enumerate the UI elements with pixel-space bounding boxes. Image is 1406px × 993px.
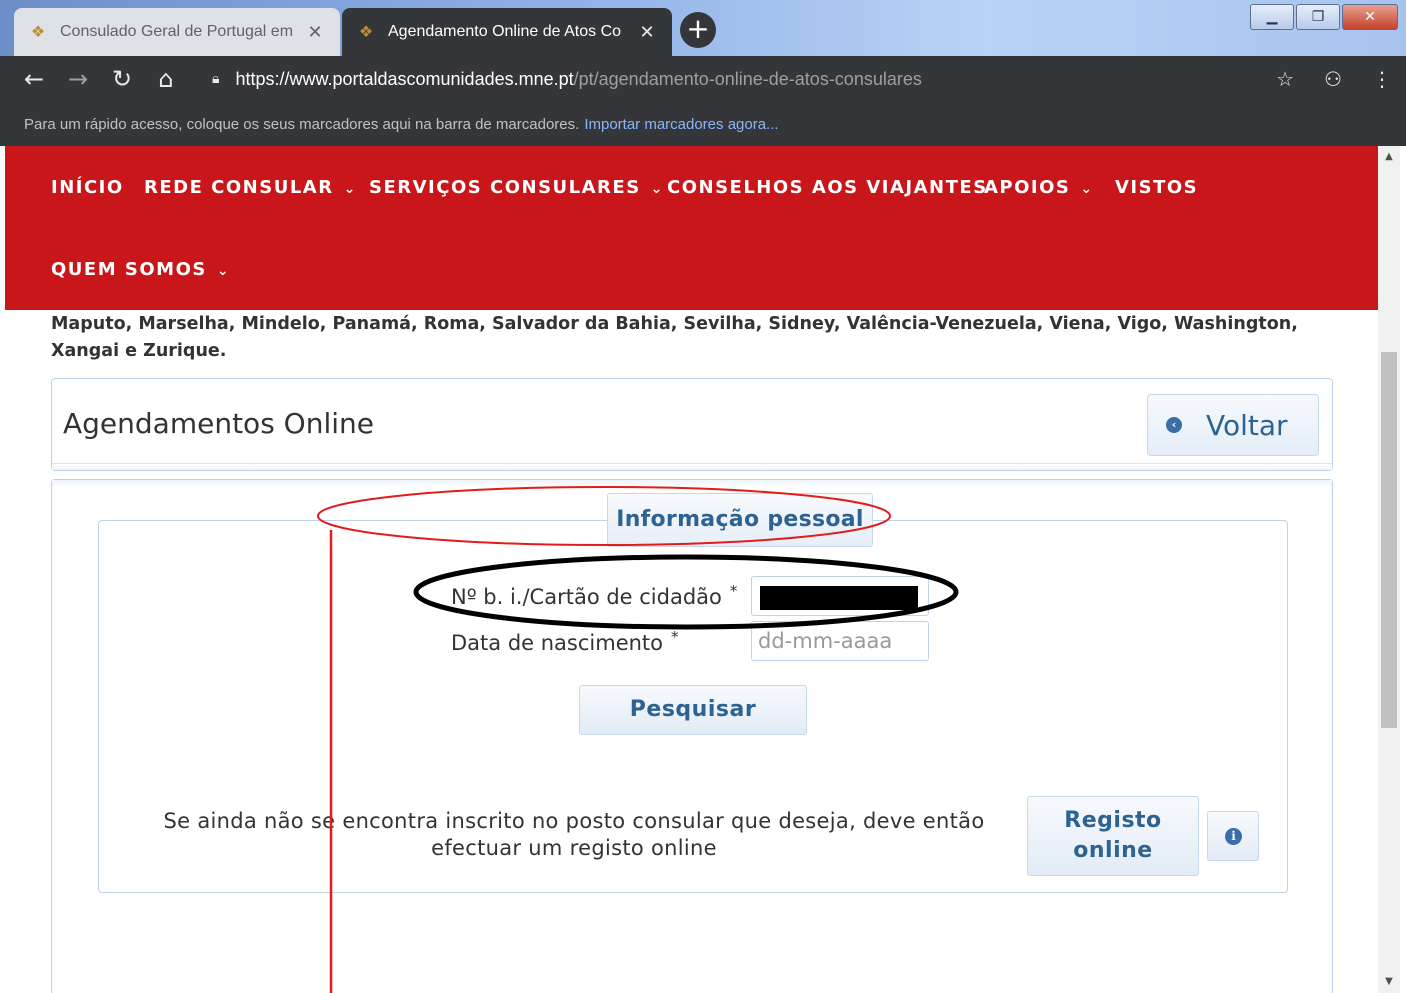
chevron-down-icon: ⌄ [1080,181,1093,197]
nav-item-servicos-consulares[interactable]: SERVIÇOS CONSULARES ⌄ [369,177,662,198]
chevron-down-icon: ⌄ [343,181,356,197]
nav-label: REDE CONSULAR [144,177,334,198]
fieldset-legend: Informação pessoal [607,493,873,547]
portugal-crest-icon: ❖ [30,24,46,41]
search-button[interactable]: Pesquisar [579,685,807,735]
close-tab-icon[interactable]: ✕ [636,22,658,43]
tab-title: Consulado Geral de Portugal em [60,23,294,40]
reload-icon[interactable]: ↻ [100,65,144,93]
scroll-up-arrow-icon[interactable]: ▲ [1378,146,1400,168]
browser-toolbar: ← → ↻ ⌂ 🔒︎ https://www.portaldascomunida… [0,56,1406,102]
url-text[interactable]: https://www.portaldascomunidades.mne.pt/… [235,69,921,90]
scroll-thumb[interactable] [1381,352,1397,728]
bookmarks-bar: Para um rápido acesso, coloque os seus m… [0,102,1406,146]
bookmarks-hint: Para um rápido acesso, coloque os seus m… [24,115,580,133]
restore-icon[interactable]: ❐ [1296,4,1340,30]
nav-label: APOIOS [984,177,1071,198]
id-label-text: Nº b. i./Cartão de cidadão [451,585,722,609]
nav-label: VISTOS [1115,177,1199,198]
browser-tab-consulado[interactable]: ❖ Consulado Geral de Portugal em ✕ [14,8,340,56]
scroll-down-arrow-icon[interactable]: ▼ [1378,971,1400,993]
consulates-list-text: Maputo, Marselha, Mindelo, Panamá, Roma,… [51,314,1298,361]
page-header-panel: Agendamentos Online ‹ Voltar [51,378,1333,471]
nav-label: SERVIÇOS CONSULARES [369,177,641,198]
back-button[interactable]: ‹ Voltar [1147,394,1319,456]
nav-label: INÍCIO [51,177,124,198]
back-button-label: Voltar [1206,408,1288,442]
page-title: Agendamentos Online [63,407,374,440]
register-hint-text: Se ainda não se encontra inscrito no pos… [163,809,985,860]
nav-item-inicio[interactable]: INÍCIO [51,177,124,198]
register-button-line1: Registo [1064,808,1162,833]
chevron-down-icon: ⌄ [216,263,229,279]
address-bar[interactable]: 🔒︎ https://www.portaldascomunidades.mne.… [200,56,922,102]
chevron-down-icon: ⌄ [650,181,663,197]
id-number-label: Nº b. i./Cartão de cidadão * [451,582,737,609]
incognito-icon[interactable]: ⚇ [1324,67,1342,91]
online-register-button[interactable]: Registo online [1027,796,1199,876]
register-button-line2: online [1073,838,1153,863]
id-number-input[interactable] [751,576,929,616]
import-bookmarks-link[interactable]: Importar marcadores agora... [584,116,778,133]
dob-label-text: Data de nascimento [451,631,664,655]
url-host: https://www.portaldascomunidades.mne.pt [235,68,574,89]
required-marker: * [671,628,679,646]
birth-date-input[interactable]: dd-mm-aaaa [751,621,929,661]
close-tab-icon[interactable]: ✕ [304,22,326,43]
back-arrow-icon[interactable]: ← [12,65,56,93]
portugal-crest-icon: ❖ [358,24,374,41]
page-scrollbar[interactable]: ▲ ▼ [1378,146,1400,993]
lock-icon: 🔒︎ [212,71,220,87]
nav-item-quem-somos[interactable]: QUEM SOMOS ⌄ [51,259,229,280]
personal-info-fieldset: Informação pessoal Nº b. i./Cartão de ci… [98,493,1288,893]
browser-tab-agendamento[interactable]: ❖ Agendamento Online de Atos Co ✕ [342,8,672,56]
window-controls: ▁ ❐ ✕ [1250,4,1398,30]
minimize-icon[interactable]: ▁ [1250,4,1294,30]
nav-label: CONSELHOS AOS VIAJANTES [667,177,988,198]
window-close-icon[interactable]: ✕ [1342,4,1398,30]
menu-kebab-icon[interactable]: ⋮ [1372,67,1392,91]
forward-arrow-icon[interactable]: → [56,65,100,93]
new-tab-button[interactable]: + [680,12,716,48]
circle-arrow-left-icon: ‹ [1166,417,1182,433]
info-button[interactable]: i [1207,811,1259,861]
birth-date-label: Data de nascimento * [451,628,679,655]
browser-title-bar: ❖ Consulado Geral de Portugal em ✕ ❖ Age… [0,0,1406,56]
nav-item-vistos[interactable]: VISTOS [1115,177,1198,198]
redacted-value [760,586,918,610]
nav-item-conselhos-aos-viajantes[interactable]: CONSELHOS AOS VIAJANTES [667,177,988,198]
home-icon[interactable]: ⌂ [144,65,188,93]
nav-label: QUEM SOMOS [51,259,207,280]
info-icon: i [1225,828,1242,845]
site-navbar: INÍCIO REDE CONSULAR ⌄ SERVIÇOS CONSULARE… [5,146,1378,310]
url-path: /pt/agendamento-online-de-atos-consulare… [573,68,922,89]
nav-item-apoios[interactable]: APOIOS ⌄ [984,177,1092,198]
nav-item-rede-consular[interactable]: REDE CONSULAR ⌄ [144,177,355,198]
required-marker: * [729,582,738,600]
toolbar-right: ☆ ⚇ ⋮ [1276,56,1392,102]
form-panel: Informação pessoal Nº b. i./Cartão de ci… [51,479,1333,993]
bookmark-star-icon[interactable]: ☆ [1276,67,1294,91]
tab-title: Agendamento Online de Atos Co [388,23,622,40]
